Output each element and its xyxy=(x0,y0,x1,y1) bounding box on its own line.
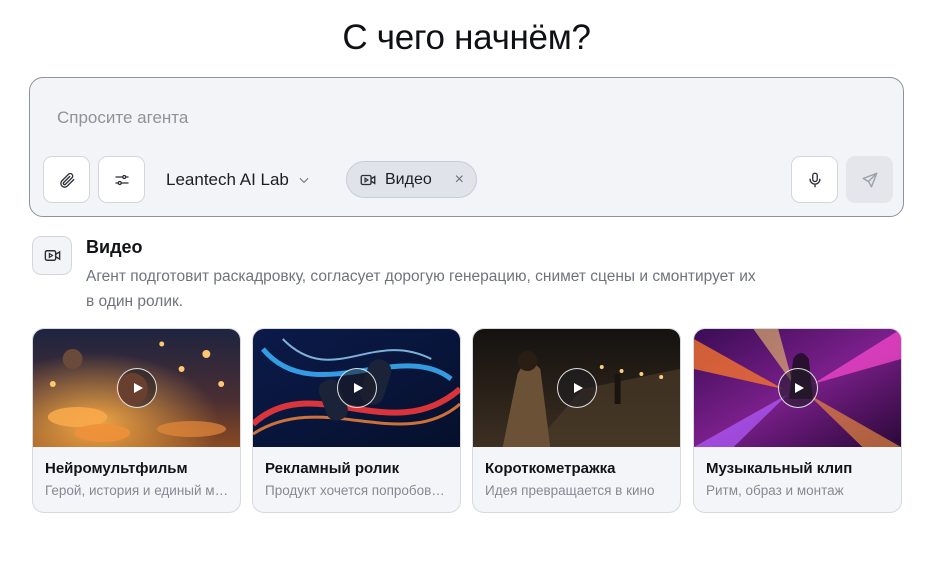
card-subtitle: Продукт хочется попробовать сразу xyxy=(265,483,449,498)
card-thumbnail xyxy=(694,329,901,447)
tools-settings-button[interactable] xyxy=(98,156,145,203)
card-title: Короткометражка xyxy=(485,460,616,477)
card-title: Рекламный ролик xyxy=(265,460,400,477)
example-card-short-film[interactable]: Короткометражка Идея превращается в кино xyxy=(472,328,681,513)
card-thumbnail xyxy=(473,329,680,447)
paperclip-icon xyxy=(59,172,74,188)
video-mode-chip[interactable]: Видео × xyxy=(346,161,477,198)
prompt-composer: Leantech AI Lab Видео × xyxy=(29,77,904,217)
play-button[interactable] xyxy=(777,368,818,408)
play-button[interactable] xyxy=(116,368,157,408)
video-icon xyxy=(360,174,376,185)
play-icon xyxy=(133,383,143,393)
play-icon xyxy=(353,383,363,393)
microphone-button[interactable] xyxy=(791,156,838,203)
send-button[interactable] xyxy=(846,156,893,203)
mode-title: Видео xyxy=(86,237,143,257)
example-card-animated-film[interactable]: Нейромультфильм Герой, история и единый … xyxy=(32,328,241,513)
card-subtitle: Герой, история и единый мир в одном муль… xyxy=(45,483,229,498)
sliders-icon xyxy=(114,174,129,185)
card-thumbnail xyxy=(33,329,240,447)
card-thumbnail xyxy=(253,329,460,447)
microphone-icon xyxy=(808,172,821,187)
video-mode-chip-label: Видео xyxy=(385,170,432,188)
attach-button[interactable] xyxy=(43,156,90,203)
chevron-down-icon xyxy=(299,177,309,184)
card-title: Музыкальный клип xyxy=(706,460,853,477)
mode-description: Агент подготовит раскадровку, согласует … xyxy=(86,268,756,310)
close-icon[interactable]: × xyxy=(455,171,464,188)
card-title: Нейромультфильм xyxy=(45,460,188,477)
play-button[interactable] xyxy=(336,368,377,408)
example-card-commercial[interactable]: Рекламный ролик Продукт хочется попробов… xyxy=(252,328,461,513)
example-card-music-video[interactable]: Музыкальный клип Ритм, образ и монтаж xyxy=(693,328,902,513)
video-mode-icon xyxy=(32,236,72,275)
card-subtitle: Ритм, образ и монтаж xyxy=(706,483,844,498)
video-icon xyxy=(44,250,60,261)
play-icon xyxy=(573,383,583,393)
model-selector-label: Leantech AI Lab xyxy=(166,170,289,189)
model-selector[interactable]: Leantech AI Lab xyxy=(158,166,319,194)
card-subtitle: Идея превращается в кино xyxy=(485,483,655,498)
send-icon xyxy=(862,172,877,187)
play-icon xyxy=(794,383,804,393)
page-title: С чего начнём? xyxy=(342,18,591,57)
play-button[interactable] xyxy=(556,368,597,408)
prompt-input[interactable] xyxy=(57,106,757,130)
